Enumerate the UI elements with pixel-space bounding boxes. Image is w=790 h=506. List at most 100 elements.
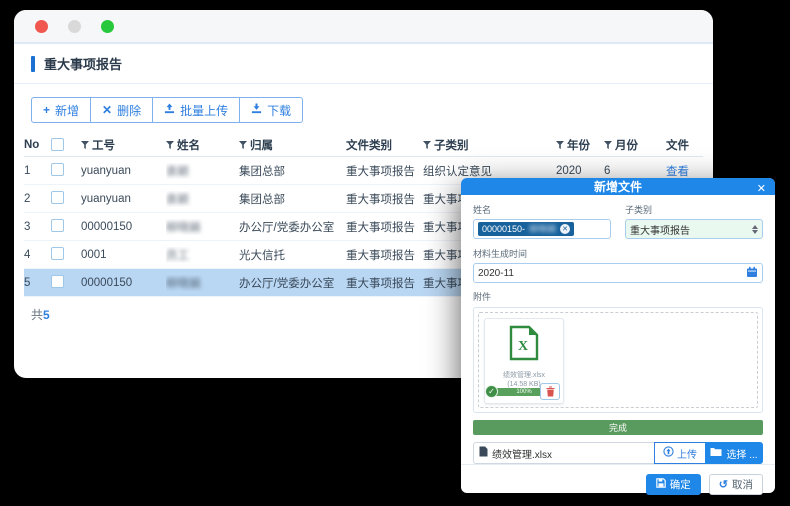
delete-button[interactable]: ✕ 删除 [90, 97, 153, 123]
undo-icon: ↺ [719, 478, 728, 491]
batch-upload-button[interactable]: 批量上传 [152, 97, 240, 123]
plus-icon: + [43, 103, 50, 117]
subcategory-field-label: 子类别 [625, 203, 763, 216]
filter-icon[interactable] [556, 141, 564, 149]
row-no: 3 [24, 221, 51, 233]
header-name[interactable]: 姓名 [166, 137, 239, 153]
header-sub-category[interactable]: 子类别 [423, 137, 556, 153]
filter-icon[interactable] [81, 141, 89, 149]
total-count: 5 [43, 308, 50, 322]
svg-text:X: X [518, 339, 528, 354]
row-checkbox[interactable] [51, 275, 64, 288]
page-header: 重大事项报告 [14, 44, 713, 84]
toolbar: + 新增 ✕ 删除 批量上传 下载 [31, 97, 303, 123]
table-header-row: No 工号 姓名 归属 文件类别 子类别 年份 [24, 133, 703, 157]
close-icon[interactable]: ✕ [757, 184, 766, 195]
check-circle-icon: ✓ [485, 385, 498, 398]
attachment-field-label: 附件 [473, 290, 763, 303]
row-no: 1 [24, 165, 51, 177]
trash-icon [546, 386, 555, 397]
choose-button[interactable]: 选择 ... [705, 442, 763, 464]
row-belong: 集团总部 [239, 163, 346, 179]
upload-progressbar: 完成 [473, 420, 763, 435]
upload-icon [164, 103, 175, 117]
selected-file-input[interactable]: 绩效管理.xlsx [473, 442, 654, 464]
header-belong[interactable]: 归属 [239, 137, 346, 153]
view-file-link[interactable]: 查看 [666, 166, 689, 178]
tag-remove-icon[interactable]: ✕ [560, 224, 570, 234]
page-title: 重大事项报告 [44, 54, 122, 73]
row-job-no: 00000150 [81, 277, 166, 289]
calendar-icon[interactable] [746, 266, 758, 281]
row-checkbox[interactable] [51, 191, 64, 204]
new-file-modal: 新增文件 ✕ 姓名 00000150-柳晓娟 ✕ 子类别 重大事项报告 [461, 178, 775, 493]
row-year: 2020 [556, 165, 604, 177]
minimize-window-button[interactable] [68, 20, 81, 33]
file-card-size: (14.58 KB) [507, 381, 540, 388]
row-checkbox[interactable] [51, 247, 64, 260]
header-select-all [51, 138, 81, 151]
row-no: 2 [24, 193, 51, 205]
row-file-category: 重大事项报告 [346, 247, 423, 263]
filter-icon[interactable] [239, 141, 247, 149]
close-window-button[interactable] [35, 20, 48, 33]
delete-file-button[interactable] [540, 383, 560, 400]
modal-title: 新增文件 [594, 178, 642, 195]
file-icon [479, 446, 488, 460]
row-file-category: 重大事项报告 [346, 163, 423, 179]
filter-icon[interactable] [604, 141, 612, 149]
name-tag: 00000150-柳晓娟 ✕ [478, 222, 574, 236]
date-field-label: 材料生成时间 [473, 247, 763, 260]
row-checkbox[interactable] [51, 163, 64, 176]
subcategory-select[interactable]: 重大事项报告 [625, 219, 763, 239]
row-belong: 集团总部 [239, 191, 346, 207]
row-checkbox[interactable] [51, 219, 64, 232]
row-belong: 办公厅/党委办公室 [239, 219, 346, 235]
row-no: 5 [24, 277, 51, 289]
row-belong: 光大信托 [239, 247, 346, 263]
select-all-checkbox[interactable] [51, 138, 64, 151]
maximize-window-button[interactable] [101, 20, 114, 33]
title-accent-bar [31, 56, 35, 72]
name-input[interactable]: 00000150-柳晓娟 ✕ [473, 219, 611, 239]
row-job-no: 00000150 [81, 221, 166, 233]
dropzone[interactable]: X 绩效管理.xlsx (14.58 KB) 100% ✓ [478, 312, 758, 408]
row-sub-category: 组织认定意见 [423, 163, 556, 179]
row-job-no: yuanyuan [81, 165, 166, 177]
row-file: 查看 [656, 163, 703, 179]
row-select [51, 275, 81, 291]
row-no: 4 [24, 249, 51, 261]
row-file-category: 重大事项报告 [346, 219, 423, 235]
confirm-button[interactable]: 确定 [646, 474, 701, 495]
filter-icon[interactable] [166, 141, 174, 149]
file-card-name: 绩效管理.xlsx [503, 370, 545, 380]
row-name: 员工 [166, 247, 239, 263]
modal-body: 姓名 00000150-柳晓娟 ✕ 子类别 重大事项报告 材料生成时间 [461, 195, 775, 464]
x-icon: ✕ [102, 103, 112, 117]
row-month: 6 [604, 165, 656, 177]
row-select [51, 219, 81, 235]
upload-circle-icon [663, 446, 674, 460]
row-file-category: 重大事项报告 [346, 191, 423, 207]
header-year[interactable]: 年份 [556, 137, 604, 153]
filter-icon[interactable] [423, 141, 431, 149]
header-job-no[interactable]: 工号 [81, 137, 166, 153]
upload-button[interactable]: 上传 [654, 442, 706, 464]
row-file-category: 重大事项报告 [346, 275, 423, 291]
attachment-panel: X 绩效管理.xlsx (14.58 KB) 100% ✓ [473, 307, 763, 413]
cancel-button[interactable]: ↺ 取消 [709, 474, 763, 495]
row-belong: 办公厅/党委办公室 [239, 275, 346, 291]
modal-header: 新增文件 ✕ [461, 178, 775, 195]
download-button[interactable]: 下载 [239, 97, 303, 123]
save-icon [656, 478, 666, 491]
row-job-no: yuanyuan [81, 193, 166, 205]
name-field-label: 姓名 [473, 203, 611, 216]
row-job-no: 0001 [81, 249, 166, 261]
header-month[interactable]: 月份 [604, 137, 656, 153]
header-file-category: 文件类别 [346, 137, 423, 153]
folder-icon [710, 447, 722, 460]
date-input[interactable]: 2020-11 [473, 263, 763, 283]
header-file: 文件 [656, 137, 703, 153]
add-button[interactable]: + 新增 [31, 97, 91, 123]
header-no: No [24, 139, 51, 151]
